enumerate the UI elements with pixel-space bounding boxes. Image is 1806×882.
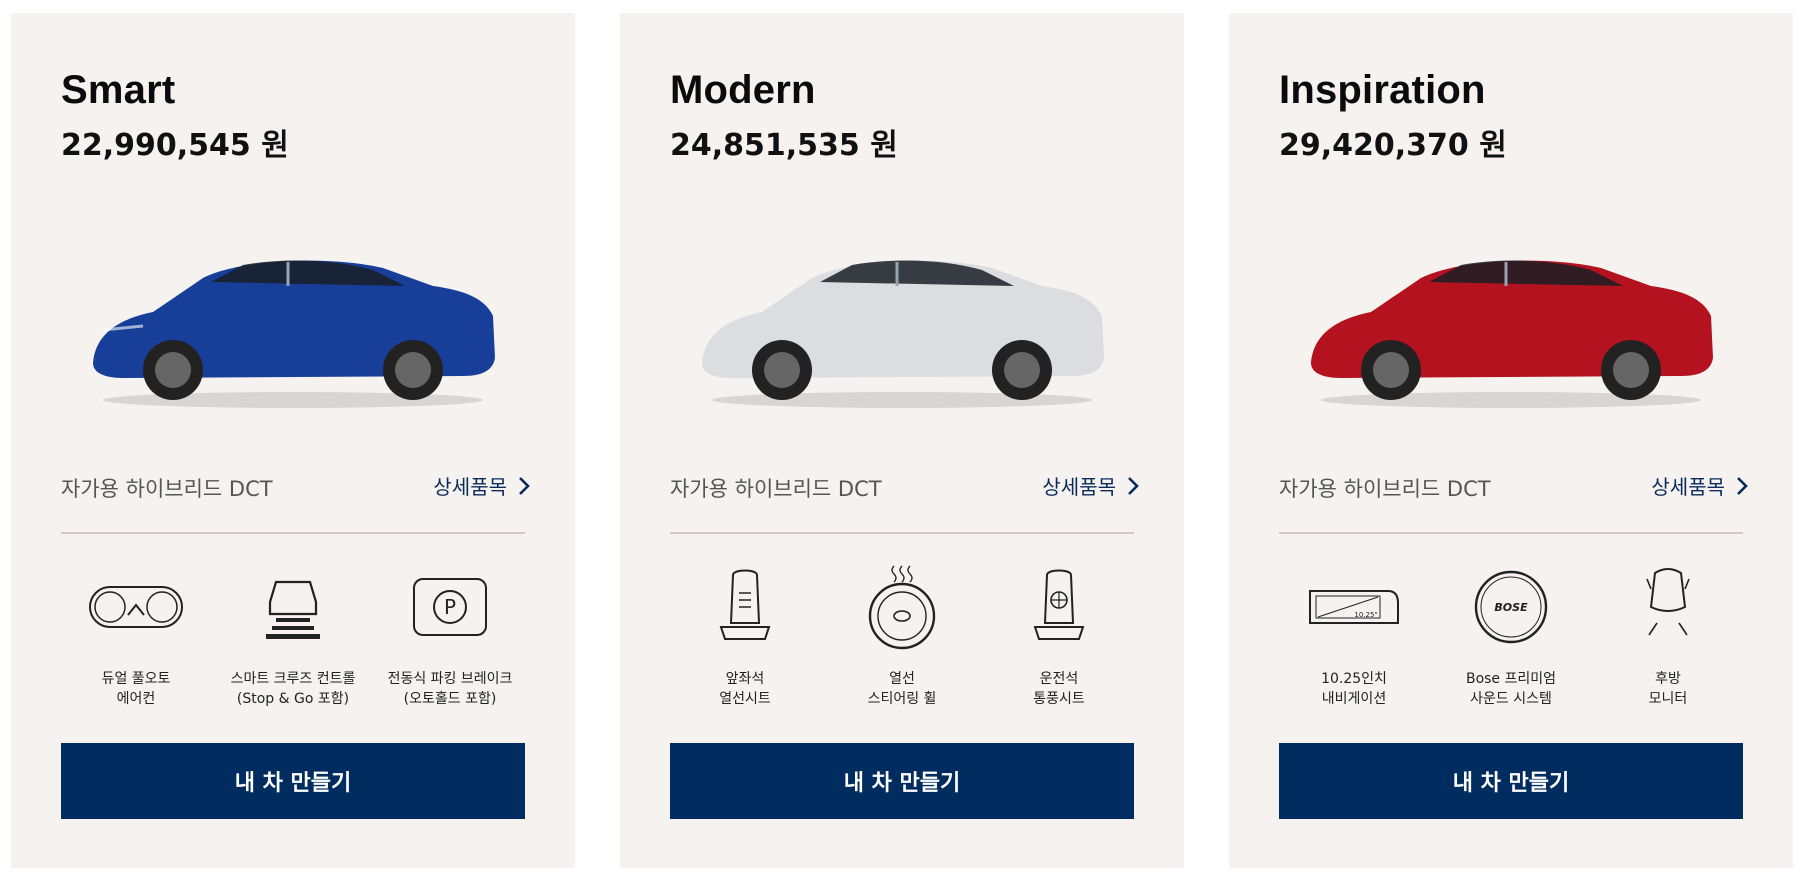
feature-list: 앞좌석열선시트 열선스티어링 휠 운전석통풍시트 (670, 563, 1134, 723)
divider (1279, 532, 1743, 534)
feature-list: 10.25" 10.25인치내비게이션 BOSE Bose 프리미엄사운드 시스… (1279, 563, 1743, 723)
chevron-right-icon (1737, 476, 1748, 495)
feature-line: (오토홀드 포함) (403, 691, 497, 707)
feature-line: (Stop & Go 포함) (236, 691, 350, 707)
feature-line: 듀얼 풀오토 (101, 671, 171, 687)
rear-monitor-icon (1618, 563, 1718, 651)
build-my-car-button[interactable]: 내 차 만들기 (1279, 743, 1743, 819)
trim-name: Inspiration (1279, 68, 1486, 112)
trim-price: 29,420,370 원 (1279, 128, 1507, 163)
chevron-right-icon (519, 476, 530, 495)
feature-line: 내비게이션 (1321, 691, 1387, 707)
bose-speaker-icon: BOSE (1461, 563, 1561, 651)
car-image (93, 260, 495, 408)
build-my-car-button[interactable]: 내 차 만들기 (61, 743, 525, 819)
detail-link-label: 상세품목 (1651, 475, 1725, 499)
heated-front-seat-icon (695, 563, 795, 651)
build-my-car-button[interactable]: 내 차 만들기 (670, 743, 1134, 819)
powertrain-label: 자가용 하이브리드 DCT (1279, 477, 1491, 501)
feature-line: 운전석 (1039, 671, 1079, 687)
ventilated-seat-icon (1009, 563, 1109, 651)
feature-item: 열선스티어링 휠 (827, 563, 977, 723)
feature-item: 후방모니터 (1593, 563, 1743, 723)
trim-price: 24,851,535 원 (670, 128, 898, 163)
feature-item: 10.25" 10.25인치내비게이션 (1279, 563, 1429, 723)
feature-line: 통풍시트 (1033, 691, 1085, 707)
powertrain-label: 자가용 하이브리드 DCT (61, 477, 273, 501)
trim-card-modern: Modern 24,851,535 원 자가용 하이브리드 DCT 상세품목 앞… (620, 13, 1184, 868)
chevron-right-icon (1128, 476, 1139, 495)
feature-item: 듀얼 풀오토에어컨 (61, 563, 211, 723)
feature-line: 10.25인치 (1321, 671, 1387, 687)
feature-line: 후방 (1655, 671, 1681, 687)
feature-line: 에어컨 (116, 691, 156, 707)
feature-line: 스마트 크루즈 컨트롤 (230, 671, 356, 687)
feature-line: 스티어링 휠 (867, 691, 937, 707)
feature-line: Bose 프리미엄 (1465, 671, 1557, 687)
trim-name: Smart (61, 68, 176, 112)
feature-line: 열선시트 (719, 691, 771, 707)
powertrain-label: 자가용 하이브리드 DCT (670, 477, 882, 501)
feature-line: 앞좌석 (725, 671, 765, 687)
feature-list: 듀얼 풀오토에어컨 스마트 크루즈 컨트롤 (Stop & Go 포함) P 전동… (61, 563, 525, 723)
trim-price: 22,990,545 원 (61, 128, 289, 163)
bose-logo-text: BOSE (1494, 601, 1528, 614)
divider (670, 532, 1134, 534)
feature-item: 스마트 크루즈 컨트롤 (Stop & Go 포함) (218, 563, 368, 723)
divider (61, 532, 525, 534)
screen-size-text: 10.25" (1354, 611, 1377, 619)
feature-line: 전동식 파킹 브레이크 (387, 671, 513, 687)
detail-link-label: 상세품목 (1042, 475, 1116, 499)
trim-card-inspiration: Inspiration 29,420,370 원 자가용 하이브리드 DCT 상… (1229, 13, 1793, 868)
svg-text:P: P (444, 595, 456, 619)
feature-line: 사운드 시스템 (1470, 691, 1552, 707)
feature-item: 앞좌석열선시트 (670, 563, 820, 723)
electronic-parking-brake-icon: P (400, 563, 500, 651)
detail-link[interactable]: 상세품목 (433, 471, 531, 500)
car-image (1311, 260, 1713, 408)
feature-line: 열선 (889, 671, 915, 687)
car-image (702, 260, 1104, 408)
smart-cruise-control-icon (243, 563, 343, 651)
feature-line: 모니터 (1648, 691, 1688, 707)
detail-link[interactable]: 상세품목 (1651, 471, 1749, 500)
heated-steering-wheel-icon (852, 563, 952, 651)
feature-item: BOSE Bose 프리미엄사운드 시스템 (1436, 563, 1586, 723)
feature-item: P 전동식 파킹 브레이크 (오토홀드 포함) (375, 563, 525, 723)
feature-item: 운전석통풍시트 (984, 563, 1134, 723)
detail-link-label: 상세품목 (433, 475, 507, 499)
navigation-screen-icon: 10.25" (1304, 563, 1404, 651)
dual-auto-aircon-icon (86, 563, 186, 651)
trim-card-smart: Smart 22,990,545 원 자가용 하이브리드 DCT 상세품목 듀얼… (11, 13, 575, 868)
detail-link[interactable]: 상세품목 (1042, 471, 1140, 500)
trim-name: Modern (670, 68, 816, 112)
